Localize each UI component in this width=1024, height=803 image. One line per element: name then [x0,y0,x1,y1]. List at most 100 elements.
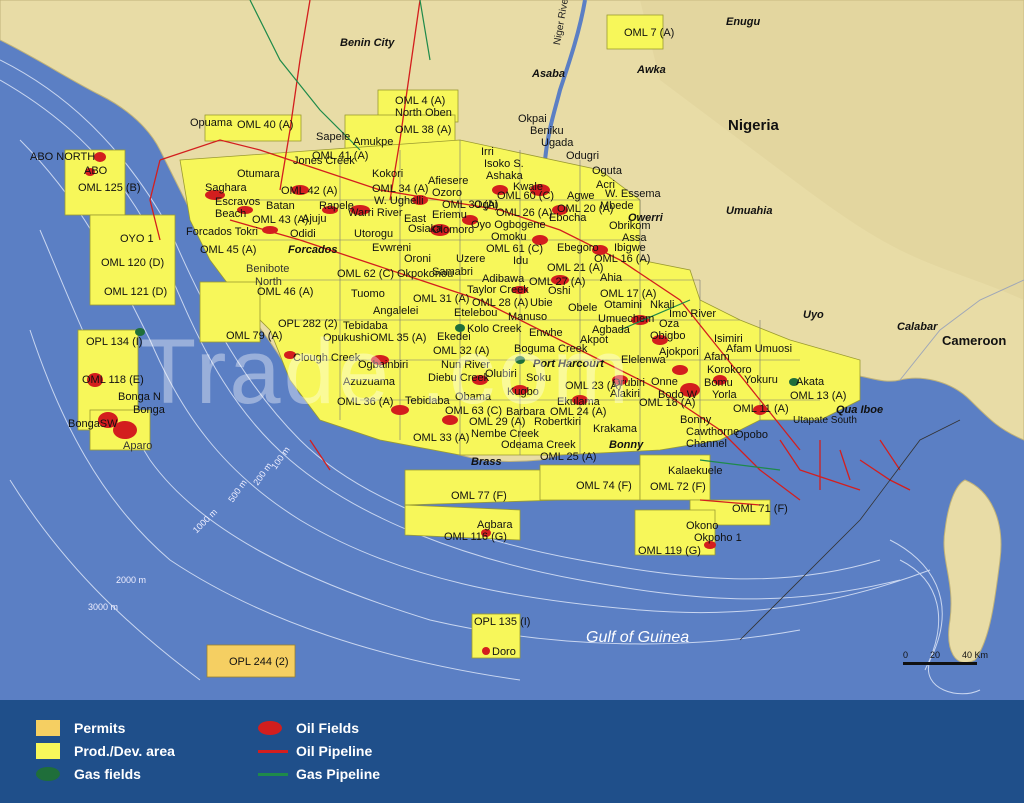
block-label: OML 28 (A) [472,297,529,309]
block-label: Irri [481,146,494,158]
legend-prod: Prod./Dev. area [36,743,175,759]
block-label: Afam [704,351,730,363]
city-brass: Brass [471,456,502,468]
block-label: Odidi [290,228,316,240]
block-label: Jones Creek [293,155,355,167]
block-label: Odeama Creek [501,439,576,451]
block-label: OML 71 (F) [732,503,788,515]
city-forcados: Forcados [288,244,338,256]
block-label: Ozoro [432,187,462,199]
watermark: Trade .com [140,321,632,423]
block-label: OML 18 (A) [639,397,696,409]
block-label: Aparo [123,440,153,452]
block-label: BongaSW [68,418,118,430]
block-label: Ebocha [549,212,587,224]
legend-label: Gas fields [74,766,141,782]
block-label: OML 42 (A) [281,185,338,197]
block-label: Afiesere [428,175,469,187]
block-label: Samabri [432,266,473,278]
prod-swatch-icon [36,743,60,759]
block-label: OML 34 (A) [372,183,429,195]
block-label: Doro [492,646,516,658]
block-label: Kokori [372,168,404,180]
block-label: Oguta [592,165,622,177]
block-label: Yokuru [744,374,778,386]
block-label: Agbara [477,519,513,531]
block-label: Kalaekuele [668,465,723,477]
block-label: Cawthorne Channel [686,426,740,450]
scale-line [903,662,977,665]
block-label: Uzere [456,253,486,265]
gas-field-swatch-icon [36,767,60,781]
block-label: OML 31 (A) [413,293,470,305]
block-label: OML 120 (D) [101,257,165,269]
legend-label: Oil Pipeline [296,743,373,759]
sea-label: Gulf of Guinea [586,629,690,646]
block-label: Imo River [669,308,717,320]
country-nigeria: Nigeria [728,117,779,134]
block-label: Okono [686,520,719,532]
block-label: Forcados Tokri [186,226,258,238]
block-label: Oyo Ogbogene [471,219,546,231]
block-label: OML 46 (A) [257,286,314,298]
block-label: OML 38 (A) [395,124,452,136]
block-label: Eriemu [432,209,467,221]
block-label: Tuomo [351,288,385,300]
block-label: OPL 244 (2) [229,656,289,668]
scale-40: 40 Km [962,650,989,660]
block-label: OML 45 (A) [200,244,257,256]
block-label: OML 116 (G) [444,531,507,543]
block-label: OML 121 (D) [104,286,168,298]
city-asaba: Asaba [532,68,566,80]
block-label: OML 119 (G) [638,545,701,557]
block-label: OML 21 (A) [547,262,604,274]
block-label: Ahia [600,272,623,284]
block-label: Mbede [600,200,634,212]
depth-label: 3000 m [88,602,119,612]
block-label: Warri River [348,207,403,219]
block-label: Amukpe [353,136,394,148]
block-label: Ugada [541,137,574,149]
permit-swatch-icon [36,720,60,736]
block-label: Oshi [548,285,571,297]
block-label: Odugri [566,150,600,162]
block-label: Okpoho 1 [694,532,742,544]
block-label: OYO 1 [120,233,154,245]
block-label: OPL 135 (I) [474,616,531,628]
block-label: OML 72 (F) [650,481,706,493]
block-label: Akata [796,376,825,388]
block-label: Beach [215,208,247,220]
city-bonny: Bonny [609,439,644,451]
legend-panel: Permits Prod./Dev. area Gas fields Oil F… [0,700,1024,803]
legend-label: Gas Pipeline [296,766,381,782]
block-label: Agwe [567,190,595,202]
block-label: Oghi [474,199,498,211]
block-label: Benibote [246,263,290,275]
block-label: OML 62 (C) [337,268,395,280]
block-label: OPL 134 (I) [86,336,143,348]
block-label: Batan [266,200,295,212]
legend-gas-pipeline: Gas Pipeline [258,766,380,782]
scale-bar: 0 20 40 Km [903,650,988,665]
depth-label: 2000 m [116,575,147,585]
city-awka: Awka [637,64,666,76]
block-label: OML 43 (A) [252,214,309,226]
block-label: Beniku [530,125,564,137]
city-umuahia: Umuahia [726,205,773,217]
block-label: OML 74 (F) [576,480,632,492]
block-label: Ubie [530,297,553,309]
block-label: OML 26 (A) [496,207,553,219]
block-label: OML 125 (B) [78,182,141,194]
block-label: OML 60 (C) [497,190,555,202]
block-label: Opobo [735,429,769,441]
scale-0: 0 [903,650,909,660]
block-label: Otumara [237,168,280,180]
legend-permits: Permits [36,720,125,736]
block-label: OML 7 (A) [624,27,675,39]
block-label: Sapele [316,131,351,143]
block-label: Obele [568,302,598,314]
block-label: OML 11 (A) [733,403,789,415]
block-label: Isoko S. [484,158,524,170]
block-label: Bonny [680,414,712,426]
block-label: ABO [84,165,108,177]
